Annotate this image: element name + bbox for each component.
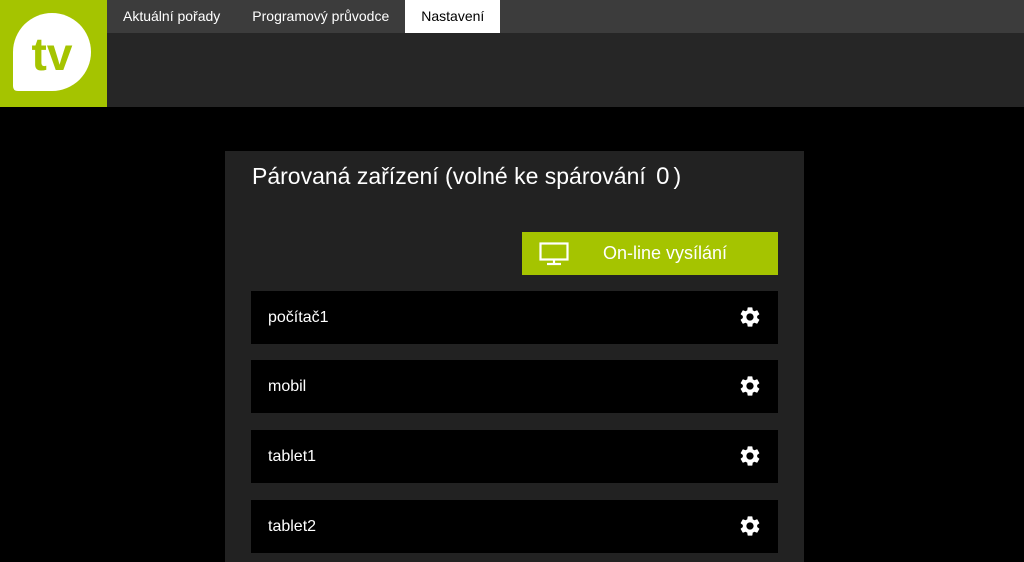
online-broadcast-label: On-line vysílání [603,243,728,263]
gear-icon[interactable] [738,305,762,329]
tab-program-guide[interactable]: Programový průvodce [236,0,405,33]
gear-icon[interactable] [738,374,762,398]
device-row[interactable]: počítač1 [251,291,778,344]
tab-settings[interactable]: Nastavení [405,0,501,33]
free-count: 0 [656,163,670,190]
gear-icon[interactable] [738,514,762,538]
device-row[interactable]: tablet2 [251,500,778,553]
header: Aktuální pořady Programový průvodce Nast… [107,0,1024,107]
device-name: počítač1 [268,309,329,326]
online-broadcast-button[interactable]: On-line vysílání [522,232,778,275]
gear-icon[interactable] [738,444,762,468]
logo[interactable]: tv [0,0,107,107]
device-name: tablet1 [268,448,317,465]
tv-logo-icon: tv [13,13,91,91]
device-name: tablet2 [268,518,317,535]
page-title: Párovaná zařízení (volné ke spárování 0) [252,163,681,191]
main-nav: Aktuální pořady Programový průvodce Nast… [107,0,1024,33]
device-row[interactable]: tablet1 [251,430,778,483]
title-prefix: Párovaná zařízení (volné ke spárování [252,163,646,189]
tab-current-shows[interactable]: Aktuální pořady [107,0,236,33]
title-suffix: ) [673,163,682,189]
monitor-icon [539,242,569,266]
device-name: mobil [268,378,307,395]
logo-text: tv [32,28,73,80]
paired-devices-panel: Párovaná zařízení (volné ke spárování 0)… [225,151,804,562]
device-row[interactable]: mobil [251,360,778,413]
